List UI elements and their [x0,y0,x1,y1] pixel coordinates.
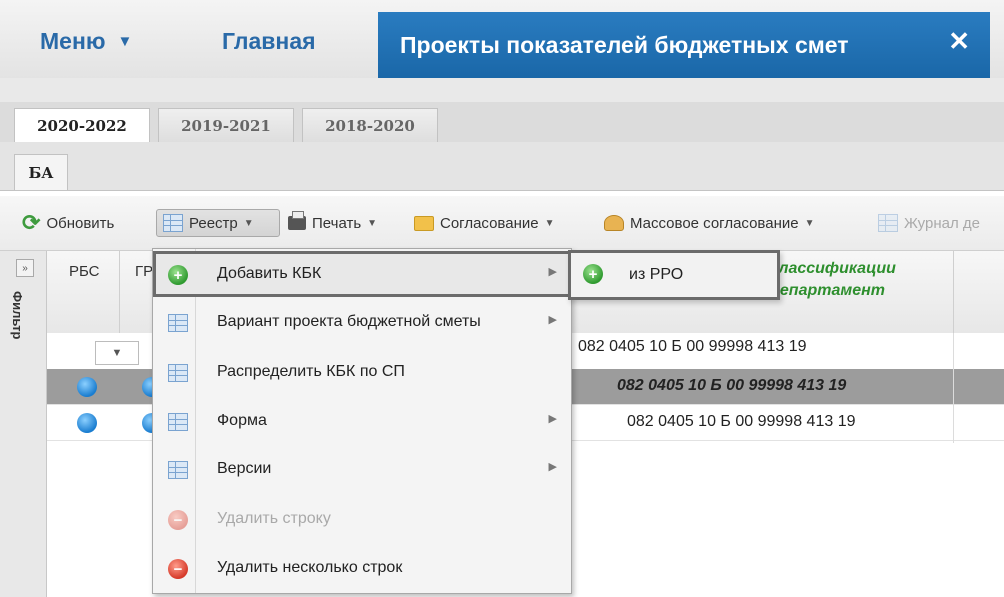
caret-down-icon: ▼ [117,33,133,50]
menu-item-label: Удалить несколько строк [217,559,403,576]
grid-icon [163,214,183,232]
submenu-arrow-icon: ▶ [548,413,557,425]
grid-icon [168,461,188,479]
approval-button[interactable]: Согласование ▼ [414,209,554,237]
tab-ba[interactable]: БА [14,154,68,190]
menu-item-form[interactable]: Форма ▶ [153,398,571,444]
journal-button[interactable]: Журнал де [878,209,980,237]
menu-item-delete-row[interactable]: − Удалить строку [153,496,571,542]
menu-item-distribute-kbk[interactable]: Распределить КБК по СП [153,349,571,395]
close-tab-icon[interactable]: ✕ [948,26,970,57]
add-kbk-submenu: + из РРО [568,250,780,300]
kbk-header-line1: классификации [770,260,896,277]
registry-label: Реестр [189,214,238,232]
filter-panel-label[interactable]: Фильтр [10,291,25,340]
submenu-item-label: из РРО [629,266,684,283]
grid-icon [168,314,188,332]
journal-label: Журнал де [904,214,980,232]
registry-dropdown-menu: + Добавить КБК ▶ Вариант проекта бюджетн… [152,248,572,594]
active-tab[interactable]: Проекты показателей бюджетных смет ✕ [378,12,990,78]
column-divider [119,251,120,333]
menu-item-label: Распределить КБК по СП [217,363,405,380]
filter-panel: » Фильтр [0,251,47,597]
menu-item-label: Добавить КБК [217,265,322,282]
year-tabs: 2020-2022 2019-2021 2018-2020 [0,102,1004,143]
print-label: Печать [312,214,362,232]
home-tab[interactable]: Главная [222,28,316,55]
mass-approval-button[interactable]: Массовое согласование ▼ [604,209,814,237]
menu-item-budget-variant[interactable]: Вариант проекта бюджетной сметы ▶ [153,299,571,345]
status-dot-icon [77,377,97,397]
menu-item-add-kbk[interactable]: + Добавить КБК ▶ [153,251,571,297]
submenu-arrow-icon: ▶ [548,266,557,278]
column-header-kbk[interactable]: классификации департамент [770,258,950,302]
journal-icon [878,214,898,232]
delete-circle-icon: − [168,510,188,530]
menu-item-label: Форма [217,412,267,429]
top-subbar [0,78,1004,102]
submenu-arrow-icon: ▶ [548,314,557,326]
refresh-label: Обновить [46,214,115,232]
menu-item-versions[interactable]: Версии ▶ [153,446,571,492]
menu-item-delete-multiple[interactable]: − Удалить несколько строк [153,545,571,591]
grid-icon [168,413,188,431]
grid-icon [168,364,188,382]
year-tab-2020-2022[interactable]: 2020-2022 [14,108,150,143]
print-button[interactable]: Печать ▼ [288,209,377,237]
add-circle-icon: + [168,265,188,285]
folder-icon [414,215,434,231]
delete-circle-icon: − [168,559,188,579]
menu-item-label: Версии [217,460,272,477]
submenu-arrow-icon: ▶ [548,461,557,473]
year-tab-2018-2020[interactable]: 2018-2020 [302,108,438,142]
refresh-icon: ⟳ [22,210,41,235]
column-divider [953,251,954,333]
kbk-filter-value[interactable]: 082 0405 10 Б 00 99998 413 19 [578,338,806,356]
top-bar: Меню ▼ Главная Проекты показателей бюдже… [0,0,1004,79]
year-tab-2019-2021[interactable]: 2019-2021 [158,108,294,142]
main-menu-button[interactable]: Меню ▼ [40,28,132,55]
menu-item-from-rro[interactable]: + из РРО [571,253,777,297]
menu-item-label: Вариант проекта бюджетной сметы [217,313,481,330]
status-dot-icon [77,413,97,433]
row-kbk: 082 0405 10 Б 00 99998 413 19 [627,413,856,430]
row-kbk: 082 0405 10 Б 00 99998 413 19 [617,377,847,394]
approval-label: Согласование [440,214,539,232]
main-menu-label: Меню [40,28,106,54]
menu-item-label: Удалить строку [217,510,331,527]
chevron-down-icon: ▼ [243,217,254,229]
mass-approval-label: Массовое согласование [630,214,799,232]
toolbar: ⟳ Обновить Реестр ▼ Печать ▼ Согласовани… [0,196,1004,251]
printer-icon [288,211,306,230]
active-tab-title: Проекты показателей бюджетных смет [400,31,849,58]
column-divider [953,333,954,443]
chevron-down-icon: ▼ [367,217,378,229]
chevron-down-icon: ▼ [544,217,555,229]
kbk-header-line2: департамент [770,282,885,299]
chevron-down-icon: ▼ [804,217,815,229]
expand-filter-icon[interactable]: » [16,259,34,277]
column-header-rbs[interactable]: РБС [69,263,100,280]
chevron-down-icon: ▼ [111,347,123,359]
rbs-filter-dropdown[interactable]: ▼ [95,341,139,365]
refresh-button[interactable]: ⟳ Обновить [22,209,114,237]
add-circle-icon: + [583,264,603,284]
ba-tab-strip: БА [0,142,1004,191]
registry-button[interactable]: Реестр ▼ [156,209,280,237]
mass-approval-icon [604,215,624,231]
column-header-gr[interactable]: ГР [135,263,153,280]
